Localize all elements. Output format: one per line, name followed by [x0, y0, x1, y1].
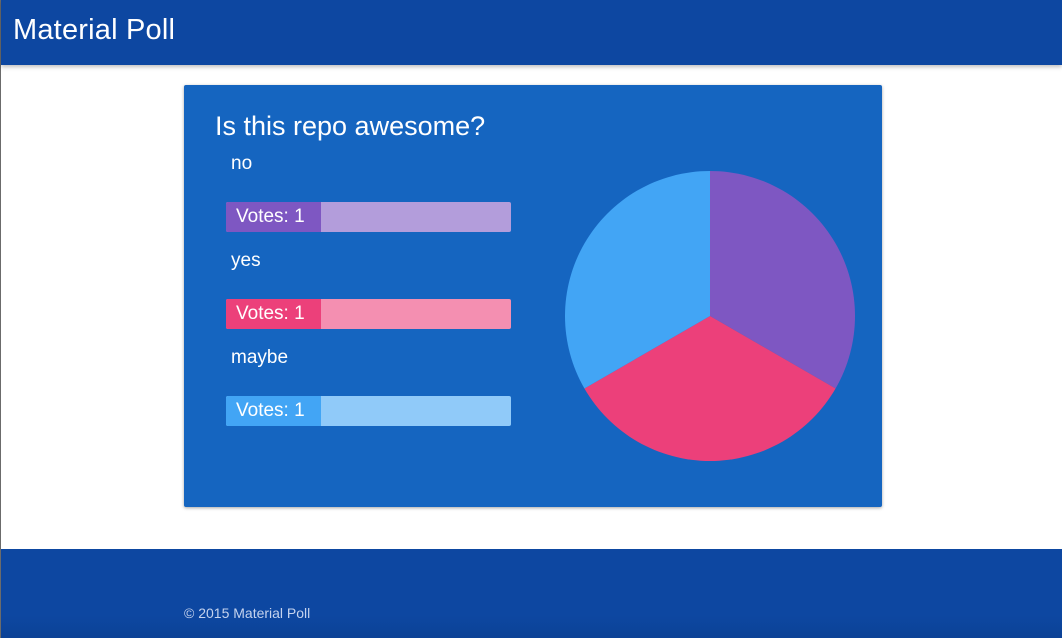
results-pie-chart [562, 168, 858, 464]
option-label-yes: yes [231, 250, 261, 271]
vote-count-maybe: Votes: 1 [226, 396, 321, 426]
poll-question: Is this repo awesome? [215, 111, 486, 141]
vote-count-no: Votes: 1 [226, 202, 321, 232]
pie-chart-svg [565, 171, 855, 461]
option-label-no: no [231, 153, 253, 174]
poll-card: Is this repo awesome? no Votes: 1 yes Vo… [184, 85, 882, 507]
app-bar: Material Poll [1, 0, 1062, 65]
app-title[interactable]: Material Poll [13, 14, 175, 47]
copyright-text: © 2015 Material Poll [184, 605, 311, 621]
vote-bar-maybe[interactable]: Votes: 1 [226, 396, 511, 426]
footer: © 2015 Material Poll [1, 549, 1062, 638]
vote-bar-yes[interactable]: Votes: 1 [226, 299, 511, 329]
page: Material Poll Is this repo awesome? no V… [0, 0, 1062, 638]
vote-count-yes: Votes: 1 [226, 299, 321, 329]
option-label-maybe: maybe [231, 347, 289, 368]
vote-bar-no[interactable]: Votes: 1 [226, 202, 511, 232]
